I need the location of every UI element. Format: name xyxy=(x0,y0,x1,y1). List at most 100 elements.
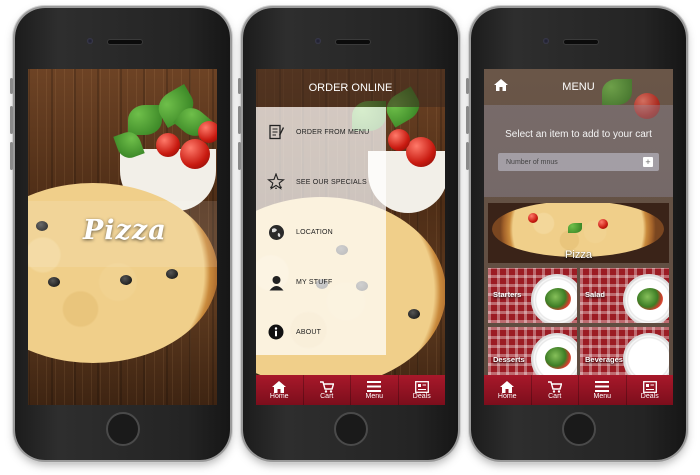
home-icon xyxy=(272,380,287,393)
tomato xyxy=(598,219,608,229)
volume-up-button xyxy=(238,106,241,134)
home-button[interactable] xyxy=(105,412,140,446)
number-of-menus-input[interactable]: Number of mnus + xyxy=(498,153,659,171)
menu-item-my-stuff[interactable]: MY STUFF xyxy=(266,267,332,297)
earpiece-speaker xyxy=(107,39,143,45)
menu-item-label: ABOUT xyxy=(296,328,322,336)
menu-item-label: LOCATION xyxy=(296,228,333,236)
tab-label: Menu xyxy=(593,393,611,400)
menu-item-label: MY STUFF xyxy=(296,278,333,286)
phone-splash: Pizza xyxy=(10,8,230,460)
tomato xyxy=(528,213,538,223)
tile-label: Salad xyxy=(585,290,606,299)
plate-image xyxy=(623,333,669,375)
category-tile-beverages[interactable]: Beverages xyxy=(580,327,669,375)
menu-item-label: ORDER FROM MENU xyxy=(296,128,370,136)
tab-cart[interactable]: Cart xyxy=(304,375,351,405)
front-camera xyxy=(315,38,321,44)
tab-label: Home xyxy=(497,393,517,400)
tomato xyxy=(406,137,436,167)
tomato xyxy=(388,129,410,151)
mute-switch xyxy=(238,78,241,94)
home-button[interactable] xyxy=(561,412,596,446)
cart-icon xyxy=(547,380,562,393)
globe-icon xyxy=(266,222,286,242)
food-image xyxy=(545,288,571,310)
tomato xyxy=(156,133,180,157)
side-menu: ORDER FROM MENU SEE OUR SPECIALS LOCATIO… xyxy=(256,107,386,355)
category-tile-starters[interactable]: Starters xyxy=(488,268,577,323)
splash-title: Pizza xyxy=(83,215,167,246)
input-placeholder: Number of mnus xyxy=(506,158,558,166)
tab-label: Cart xyxy=(320,393,334,400)
menu-item-location[interactable]: LOCATION xyxy=(266,217,333,247)
category-tile-desserts[interactable]: Desserts xyxy=(488,327,577,375)
menu-item-about[interactable]: ABOUT xyxy=(266,317,321,347)
order-menu-icon xyxy=(266,122,286,142)
bottom-tab-bar: Home Cart Menu Deals xyxy=(484,375,673,405)
home-icon[interactable] xyxy=(494,79,508,94)
tab-cart[interactable]: Cart xyxy=(532,375,579,405)
olive xyxy=(48,277,60,287)
deals-icon xyxy=(414,380,429,393)
splash-screen: Pizza xyxy=(28,69,217,405)
tab-label: Deals xyxy=(640,393,659,400)
user-icon xyxy=(266,272,286,292)
olive xyxy=(408,309,420,319)
tile-label: Beverages xyxy=(585,355,623,364)
earpiece-speaker xyxy=(335,39,371,45)
volume-down-button xyxy=(238,142,241,170)
order-online-header: ORDER ONLINE xyxy=(256,69,445,107)
mute-switch xyxy=(10,78,13,94)
menu-item-label: SEE OUR SPECIALS xyxy=(296,178,367,186)
tab-menu[interactable]: Menu xyxy=(579,375,627,405)
phone-menu: MENU Select an item to add to your cart … xyxy=(466,8,686,460)
home-button[interactable] xyxy=(333,412,368,446)
category-tile-salad[interactable]: Salad xyxy=(580,268,669,323)
hamburger-icon xyxy=(367,380,382,393)
deals-icon xyxy=(642,380,657,393)
food-image xyxy=(637,288,663,310)
banner-label: Pizza xyxy=(565,249,592,261)
basil-leaf xyxy=(568,223,582,233)
front-camera xyxy=(543,38,549,44)
volume-up-button xyxy=(10,106,13,134)
home-icon xyxy=(500,380,515,393)
earpiece-speaker xyxy=(563,39,599,45)
menu-item-order-from-menu[interactable]: ORDER FROM MENU xyxy=(266,117,369,147)
order-online-screen: ORDER ONLINE ORDER FROM MENU SEE OUR SPE… xyxy=(256,69,445,405)
tile-label: Starters xyxy=(493,290,522,299)
menu-screen: MENU Select an item to add to your cart … xyxy=(484,69,673,405)
phone-order-online: ORDER ONLINE ORDER FROM MENU SEE OUR SPE… xyxy=(238,8,458,460)
tab-deals[interactable]: Deals xyxy=(399,375,446,405)
volume-down-button xyxy=(10,142,13,170)
tab-label: Menu xyxy=(365,393,383,400)
pizza-category-banner[interactable]: Pizza xyxy=(488,203,669,263)
tab-menu[interactable]: Menu xyxy=(351,375,399,405)
stars-icon xyxy=(266,172,286,192)
tile-label: Desserts xyxy=(493,355,525,364)
tab-label: Deals xyxy=(412,393,431,400)
volume-down-button xyxy=(466,142,469,170)
menu-item-see-our-specials[interactable]: SEE OUR SPECIALS xyxy=(266,167,367,197)
olive xyxy=(166,269,178,279)
menu-header: MENU xyxy=(484,69,673,105)
food-image xyxy=(545,347,571,369)
tomato xyxy=(180,139,210,169)
tab-label: Home xyxy=(269,393,289,400)
select-prompt: Select an item to add to your cart xyxy=(505,129,652,140)
cart-icon xyxy=(319,380,334,393)
tab-home[interactable]: Home xyxy=(484,375,532,405)
tab-home[interactable]: Home xyxy=(256,375,304,405)
add-icon[interactable]: + xyxy=(643,157,653,167)
front-camera xyxy=(87,38,93,44)
bottom-tab-bar: Home Cart Menu Deals xyxy=(256,375,445,405)
tab-deals[interactable]: Deals xyxy=(627,375,674,405)
volume-up-button xyxy=(466,106,469,134)
header-title: MENU xyxy=(562,81,595,93)
basil-leaf xyxy=(128,105,162,135)
tomato xyxy=(198,121,217,143)
hamburger-icon xyxy=(595,380,610,393)
olive xyxy=(120,275,132,285)
tab-label: Cart xyxy=(548,393,562,400)
